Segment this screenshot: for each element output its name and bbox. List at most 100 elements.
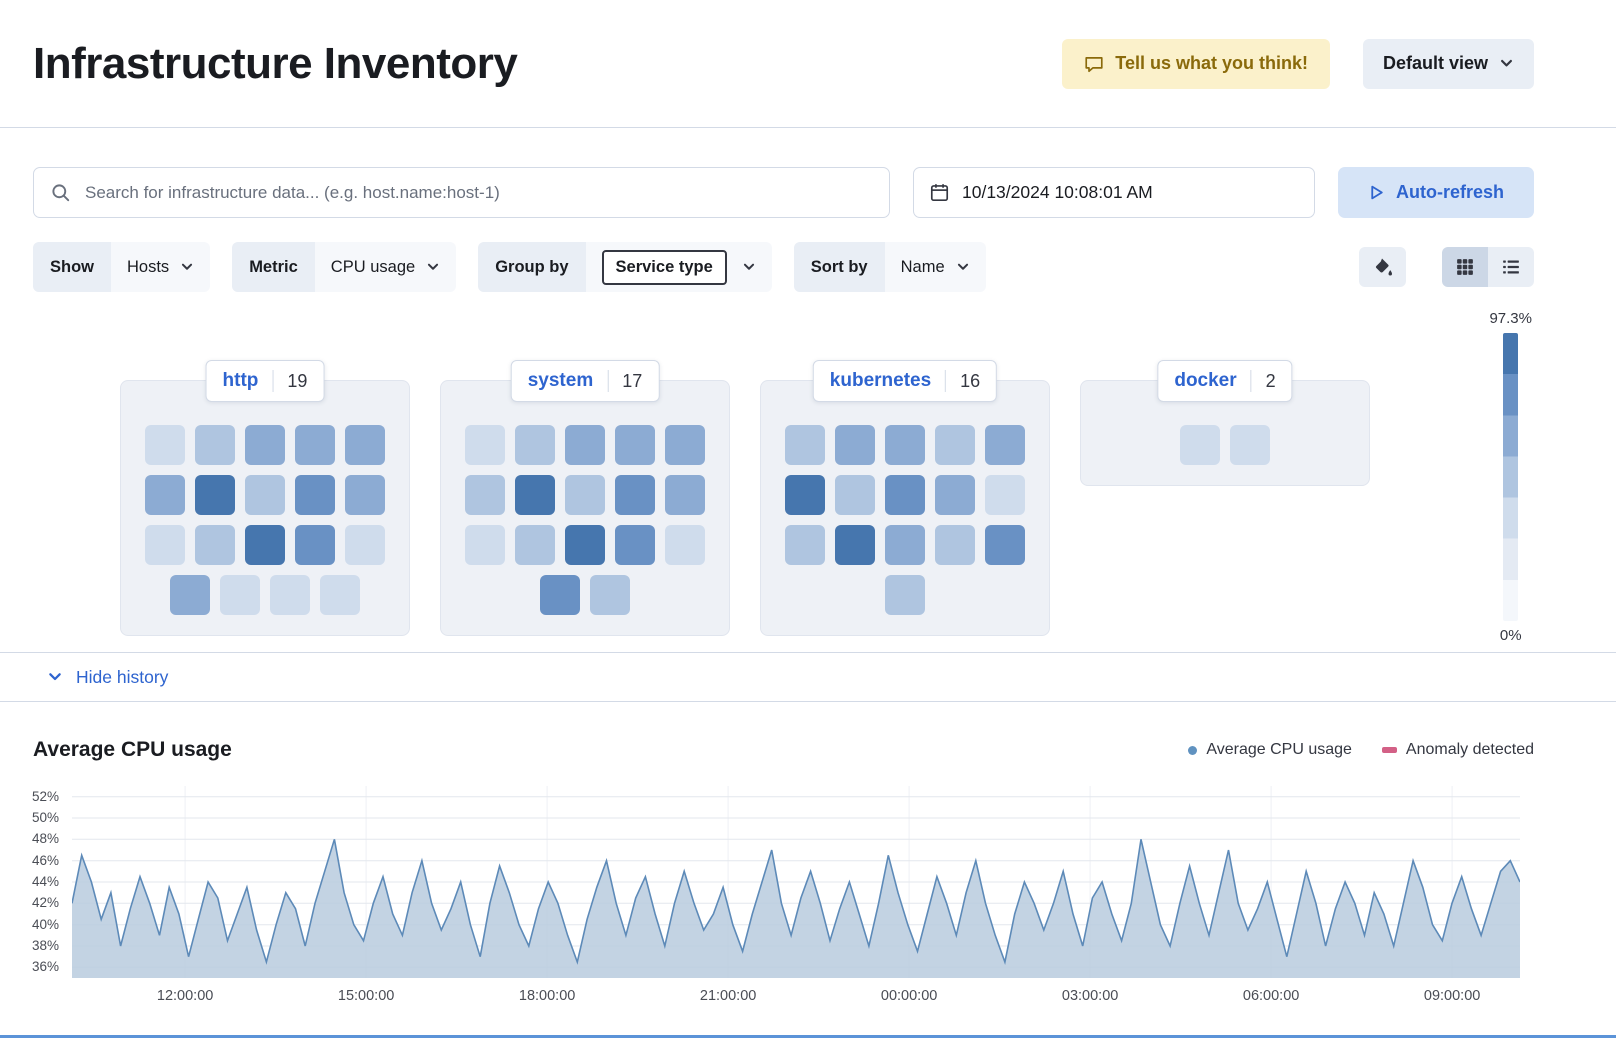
host-square[interactable] xyxy=(245,425,285,465)
chevron-down-icon xyxy=(742,260,756,274)
group-label-divider xyxy=(607,370,608,392)
host-square[interactable] xyxy=(835,475,875,515)
host-square[interactable] xyxy=(885,575,925,615)
fill-color-button[interactable] xyxy=(1359,247,1406,287)
host-square[interactable] xyxy=(270,575,310,615)
host-square[interactable] xyxy=(565,425,605,465)
group-by-select[interactable]: Group by Service type xyxy=(478,242,772,292)
view-mode-toggle xyxy=(1442,247,1534,287)
cpu-usage-chart: 36%38%40%42%44%46%48%50%52% 12:00:0015:0… xyxy=(72,786,1520,978)
host-square[interactable] xyxy=(195,525,235,565)
host-square[interactable] xyxy=(345,425,385,465)
host-square[interactable] xyxy=(345,475,385,515)
x-axis-label: 06:00:00 xyxy=(1243,988,1299,1004)
x-axis-label: 00:00:00 xyxy=(881,988,937,1004)
host-square[interactable] xyxy=(665,425,705,465)
host-square[interactable] xyxy=(665,525,705,565)
y-axis-label: 44% xyxy=(32,874,59,889)
host-square[interactable] xyxy=(515,475,555,515)
host-square[interactable] xyxy=(465,525,505,565)
host-square[interactable] xyxy=(935,475,975,515)
group-label-docker[interactable]: docker2 xyxy=(1157,360,1292,402)
group-label-system[interactable]: system17 xyxy=(511,360,660,402)
host-square[interactable] xyxy=(935,525,975,565)
host-square[interactable] xyxy=(590,575,630,615)
group-label-http[interactable]: http19 xyxy=(206,360,325,402)
chevron-down-icon xyxy=(1499,56,1514,71)
show-select[interactable]: Show Hosts xyxy=(33,242,210,292)
host-square[interactable] xyxy=(615,425,655,465)
host-square[interactable] xyxy=(320,575,360,615)
waffle-group-kubernetes: kubernetes16 xyxy=(760,380,1050,636)
default-view-button[interactable]: Default view xyxy=(1363,39,1534,89)
host-square[interactable] xyxy=(985,475,1025,515)
host-square[interactable] xyxy=(515,525,555,565)
host-square[interactable] xyxy=(985,425,1025,465)
search-input[interactable] xyxy=(83,182,872,204)
host-square[interactable] xyxy=(220,575,260,615)
host-square[interactable] xyxy=(985,525,1025,565)
list-icon xyxy=(1502,258,1520,276)
host-square[interactable] xyxy=(665,475,705,515)
host-square[interactable] xyxy=(245,475,285,515)
group-name: kubernetes xyxy=(830,370,931,392)
host-square[interactable] xyxy=(835,425,875,465)
legend-item-average-cpu[interactable]: Average CPU usage xyxy=(1188,741,1352,759)
host-square[interactable] xyxy=(195,475,235,515)
host-square[interactable] xyxy=(465,475,505,515)
legend-item-anomaly[interactable]: Anomaly detected xyxy=(1382,741,1534,759)
host-square[interactable] xyxy=(145,525,185,565)
y-axis-label: 38% xyxy=(32,938,59,953)
host-square[interactable] xyxy=(145,425,185,465)
waffle-map-section: http19system17kubernetes16docker2 97.3% … xyxy=(0,292,1616,652)
host-square[interactable] xyxy=(145,475,185,515)
host-square[interactable] xyxy=(885,475,925,515)
host-square[interactable] xyxy=(885,425,925,465)
group-label-kubernetes[interactable]: kubernetes16 xyxy=(813,360,997,402)
host-square[interactable] xyxy=(295,475,335,515)
y-axis-label: 46% xyxy=(32,853,59,868)
host-square[interactable] xyxy=(515,425,555,465)
host-square[interactable] xyxy=(565,475,605,515)
host-square[interactable] xyxy=(1230,425,1270,465)
host-square[interactable] xyxy=(245,525,285,565)
waffle-row xyxy=(785,525,1025,565)
host-square[interactable] xyxy=(295,525,335,565)
host-square[interactable] xyxy=(170,575,210,615)
paint-bucket-icon xyxy=(1373,257,1393,277)
waffle-color-legend: 97.3% 0% xyxy=(1489,310,1532,644)
host-square[interactable] xyxy=(935,425,975,465)
host-square[interactable] xyxy=(785,475,825,515)
host-square[interactable] xyxy=(615,475,655,515)
color-scale-bar xyxy=(1503,333,1518,621)
host-square[interactable] xyxy=(565,525,605,565)
hide-history-label: Hide history xyxy=(76,667,168,688)
search-box[interactable] xyxy=(33,167,890,218)
auto-refresh-button[interactable]: Auto-refresh xyxy=(1338,167,1534,218)
date-picker-button[interactable]: 10/13/2024 10:08:01 AM xyxy=(913,167,1315,218)
host-square[interactable] xyxy=(345,525,385,565)
host-square[interactable] xyxy=(785,425,825,465)
legend-label: Average CPU usage xyxy=(1206,741,1352,759)
host-square[interactable] xyxy=(195,425,235,465)
group-by-value[interactable]: Service type xyxy=(602,250,727,285)
host-square[interactable] xyxy=(465,425,505,465)
host-square[interactable] xyxy=(1180,425,1220,465)
host-square[interactable] xyxy=(615,525,655,565)
y-axis-label: 52% xyxy=(32,789,59,804)
group-count: 2 xyxy=(1266,371,1276,392)
metric-select[interactable]: Metric CPU usage xyxy=(232,242,456,292)
sort-by-value: Name xyxy=(901,258,945,277)
grid-view-button[interactable] xyxy=(1442,247,1488,287)
host-square[interactable] xyxy=(835,525,875,565)
hide-history-toggle[interactable]: Hide history xyxy=(0,652,1616,702)
feedback-button[interactable]: Tell us what you think! xyxy=(1062,39,1330,89)
host-square[interactable] xyxy=(295,425,335,465)
sort-by-select[interactable]: Sort by Name xyxy=(794,242,986,292)
host-square[interactable] xyxy=(785,525,825,565)
waffle-groups: http19system17kubernetes16docker2 xyxy=(120,380,1616,636)
y-axis-label: 40% xyxy=(32,917,59,932)
host-square[interactable] xyxy=(885,525,925,565)
list-view-button[interactable] xyxy=(1488,247,1534,287)
host-square[interactable] xyxy=(540,575,580,615)
